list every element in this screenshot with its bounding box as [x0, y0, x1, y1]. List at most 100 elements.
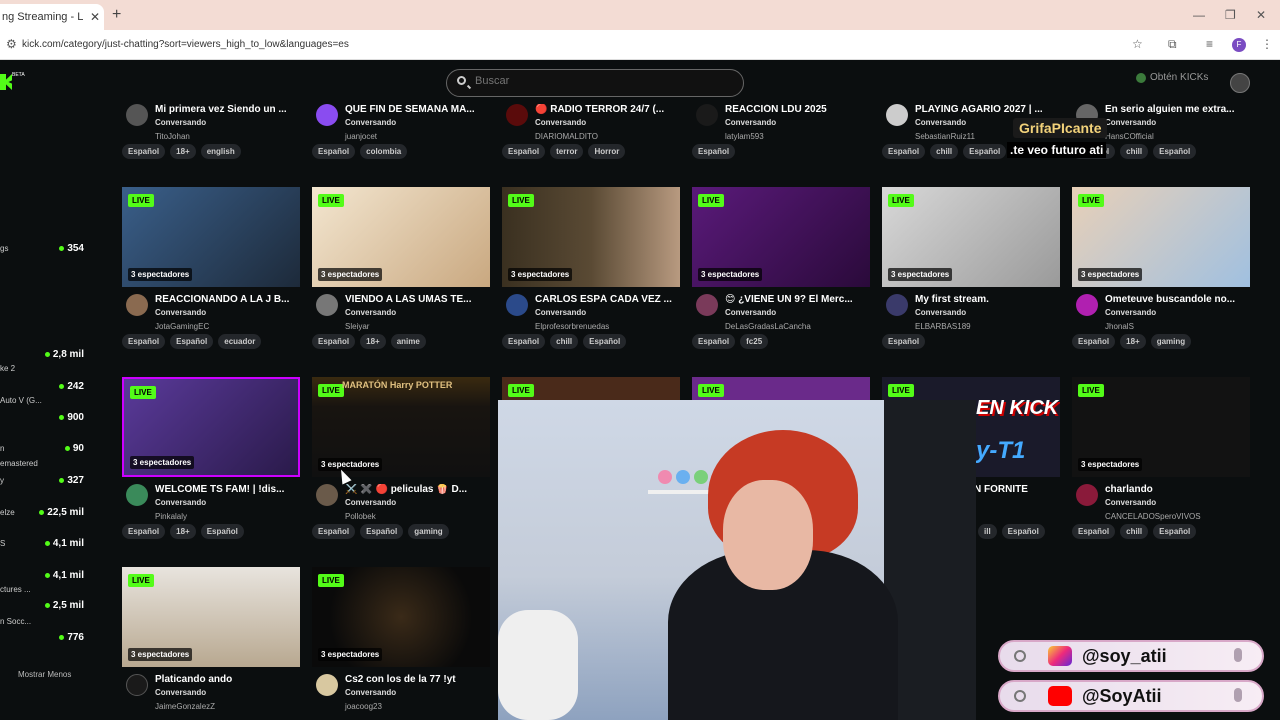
stream-title[interactable]: Platicando ando — [155, 674, 303, 685]
tag[interactable]: colombia — [360, 144, 408, 159]
tag[interactable]: Español — [360, 524, 404, 539]
stream-title[interactable]: Ometeuve buscandole no... — [1105, 294, 1253, 305]
tag[interactable]: Español — [583, 334, 627, 349]
channel-name[interactable]: Pollobek — [345, 512, 376, 521]
browser-tab[interactable]: ng Streaming - Live : ✕ — [0, 4, 104, 30]
channel-name[interactable]: TitoJohan — [155, 132, 190, 141]
tag[interactable]: chill — [930, 144, 959, 159]
channel-name[interactable]: Sleiyar — [345, 322, 369, 331]
sidebar-channel[interactable]: emastered — [0, 459, 84, 473]
tag[interactable]: ecuador — [218, 334, 262, 349]
tag[interactable]: gaming — [408, 524, 449, 539]
channel-name[interactable]: Elprofesorbrenuedas — [535, 322, 609, 331]
avatar[interactable] — [126, 104, 148, 126]
channel-name[interactable]: Pinkalaly — [155, 512, 187, 521]
stream-thumbnail[interactable]: LIVE 3 espectadores — [1072, 187, 1250, 287]
tag[interactable]: chill — [1120, 144, 1149, 159]
stream-thumbnail[interactable]: LIVE 3 espectadores — [122, 567, 300, 667]
tag[interactable]: Español — [963, 144, 1007, 159]
category-link[interactable]: Conversando — [1105, 118, 1156, 127]
channel-name[interactable]: joacoog23 — [345, 702, 382, 711]
tag[interactable]: Español — [502, 144, 546, 159]
tag[interactable]: gaming — [1150, 334, 1192, 349]
avatar[interactable] — [316, 104, 338, 126]
tag[interactable]: Español — [882, 334, 926, 349]
avatar[interactable] — [316, 484, 338, 506]
tag[interactable]: Español — [122, 524, 166, 539]
stream-card[interactable]: CARLOS ESPÁ CADA VEZ ... Conversando Elp… — [502, 294, 680, 354]
stream-thumbnail[interactable]: LIVE 3 espectadores — [692, 187, 870, 287]
stream-thumbnail[interactable]: LIVE MARATÓN Harry POTTER 3 espectadores — [312, 377, 490, 477]
category-link[interactable]: Conversando — [535, 308, 586, 317]
tag[interactable]: 18+ — [170, 524, 196, 539]
stream-thumbnail[interactable]: LIVE 3 espectadores — [312, 187, 490, 287]
stream-thumbnail[interactable]: LIVE 3 espectadores — [312, 567, 490, 667]
stream-title[interactable]: VIENDO A LAS UMAS TE... — [345, 294, 493, 305]
avatar[interactable] — [506, 104, 528, 126]
channel-name[interactable]: JotaGamingEC — [155, 322, 209, 331]
tag[interactable]: anime — [390, 334, 426, 349]
tag[interactable]: Español — [1153, 524, 1197, 539]
tag[interactable]: Español — [312, 144, 356, 159]
stream-card[interactable]: Cs2 con los de la 77 !yt Conversando joa… — [312, 674, 490, 720]
avatar[interactable] — [886, 294, 908, 316]
stream-title[interactable]: 😊 ¿VIENE UN 9? El Merc... — [725, 294, 873, 305]
sidebar-channel[interactable]: ctures ... — [0, 585, 84, 599]
stream-card[interactable]: 🔴 RADIO TERROR 24/7 (... Conversando DIA… — [502, 104, 680, 164]
stream-card[interactable]: VIENDO A LAS UMAS TE... Conversando Slei… — [312, 294, 490, 354]
sidebar-channel[interactable]: 776 — [0, 632, 84, 647]
tag[interactable]: 18+ — [170, 144, 196, 159]
avatar[interactable] — [316, 294, 338, 316]
avatar[interactable] — [506, 294, 528, 316]
stream-thumbnail[interactable]: LIVE 3 espectadores — [122, 187, 300, 287]
channel-name[interactable]: HansCOfficial — [1105, 132, 1154, 141]
tag[interactable]: Español — [312, 334, 356, 349]
tag[interactable]: chill — [1120, 524, 1149, 539]
sidebar-channel[interactable]: 900 — [0, 412, 84, 427]
channel-name[interactable]: SebastianRuiz11 — [915, 132, 975, 141]
stream-title[interactable]: 🔴 RADIO TERROR 24/7 (... — [535, 104, 683, 115]
channel-name[interactable]: CANCELADOSperoVIVOS — [1105, 512, 1201, 521]
avatar[interactable] — [316, 674, 338, 696]
tag[interactable]: 18+ — [360, 334, 386, 349]
tag[interactable]: Español — [1072, 524, 1116, 539]
url-field[interactable]: kick.com/category/just-chatting?sort=vie… — [22, 39, 349, 50]
tag[interactable]: Español — [692, 144, 736, 159]
tag[interactable]: Español — [882, 144, 926, 159]
menu-icon[interactable]: ⋮ — [1261, 37, 1273, 51]
stream-card[interactable]: Platicando ando Conversando JaimeGonzale… — [122, 674, 300, 720]
get-kicks-button[interactable]: Obtén KICKs — [1136, 72, 1208, 83]
avatar[interactable] — [126, 674, 148, 696]
channel-name[interactable]: JhonalS — [1105, 322, 1134, 331]
sidebar-channel[interactable]: 4,1 mil — [0, 570, 84, 585]
tag[interactable]: Español — [692, 334, 736, 349]
avatar[interactable] — [696, 294, 718, 316]
category-link[interactable]: Conversando — [345, 688, 396, 697]
stream-card[interactable]: Mi primera vez Siendo un ... Conversando… — [122, 104, 300, 164]
search-bar[interactable] — [446, 69, 744, 97]
stream-title[interactable]: PLAYING AGARIO 2027 | ... — [915, 104, 1063, 115]
tag[interactable]: ill — [978, 524, 997, 539]
category-link[interactable]: Conversando — [155, 308, 206, 317]
tag[interactable]: 18+ — [1120, 334, 1146, 349]
sidebar-channel[interactable]: 2,5 mil — [0, 600, 84, 615]
tag[interactable]: Español — [1001, 524, 1045, 539]
category-link[interactable]: Conversando — [345, 118, 396, 127]
stream-title[interactable]: WELCOME TS FAM! | !dis... — [155, 484, 303, 495]
close-icon[interactable]: ✕ — [90, 10, 100, 24]
tag[interactable]: Horror — [588, 144, 626, 159]
sidebar-channel[interactable]: 242 — [0, 381, 84, 396]
stream-title[interactable]: My first stream. — [915, 294, 1063, 305]
tag[interactable]: Español — [122, 144, 166, 159]
channel-name[interactable]: JaimeGonzalezZ — [155, 702, 215, 711]
tag[interactable]: Español — [312, 524, 356, 539]
new-tab-icon[interactable]: + — [112, 6, 121, 24]
tag[interactable]: Español — [122, 334, 166, 349]
bookmark-star-icon[interactable]: ☆ — [1132, 37, 1143, 51]
kick-logo-icon[interactable] — [0, 74, 12, 90]
category-link[interactable]: Conversando — [535, 118, 586, 127]
stream-card[interactable]: REACCIÓN LDU 2025 Conversando latylam593… — [692, 104, 870, 164]
minimize-icon[interactable]: — — [1193, 8, 1205, 22]
tag[interactable]: english — [200, 144, 241, 159]
tag[interactable]: terror — [550, 144, 584, 159]
